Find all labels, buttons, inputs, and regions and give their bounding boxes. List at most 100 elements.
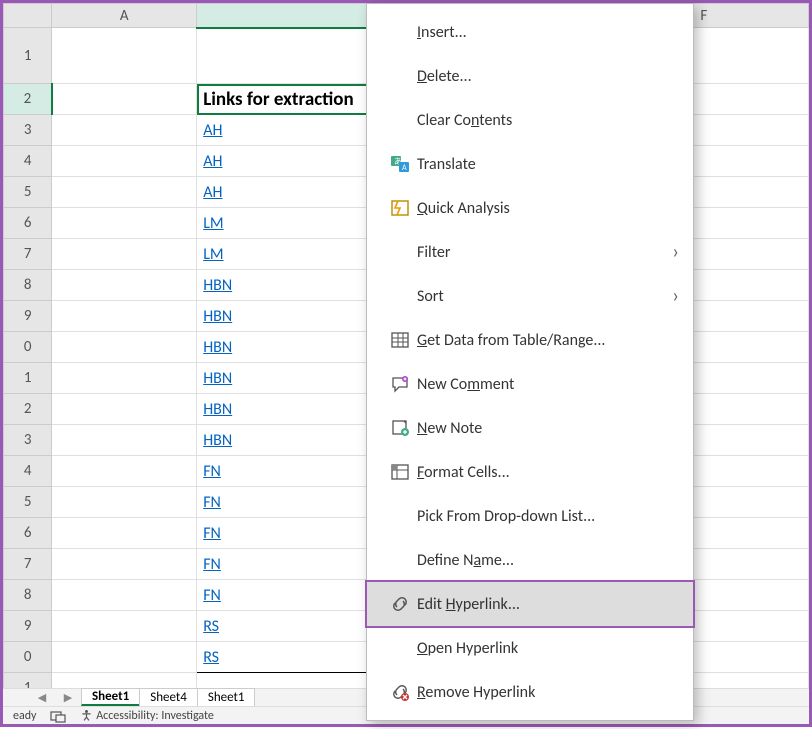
menu-item-openhyper[interactable]: Open Hyperlink bbox=[367, 626, 693, 670]
cell[interactable] bbox=[52, 208, 197, 239]
sheet-tab[interactable]: Sheet1 bbox=[81, 688, 140, 706]
cell[interactable] bbox=[52, 28, 197, 84]
menu-item-newcomment[interactable]: New Comment bbox=[367, 362, 693, 406]
row-header[interactable]: 6 bbox=[4, 518, 52, 549]
row-header[interactable]: 4 bbox=[4, 146, 52, 177]
submenu-arrow-icon: › bbox=[672, 284, 679, 308]
hyperlink-cell[interactable]: HBN bbox=[203, 307, 232, 326]
accessibility-icon bbox=[80, 709, 93, 723]
cell[interactable] bbox=[52, 301, 197, 332]
cell[interactable] bbox=[52, 270, 197, 301]
cell[interactable] bbox=[52, 642, 197, 673]
menu-item-pick[interactable]: Pick From Drop-down List... bbox=[367, 494, 693, 538]
row-header[interactable]: 2 bbox=[4, 84, 52, 115]
cell[interactable] bbox=[52, 580, 197, 611]
note-icon bbox=[383, 418, 417, 438]
row-header[interactable]: 3 bbox=[4, 115, 52, 146]
menu-item-label: Insert... bbox=[417, 23, 679, 42]
menu-item-filter[interactable]: Filter› bbox=[367, 230, 693, 274]
hyperlink-cell[interactable]: HBN bbox=[203, 369, 232, 388]
hyperlink-cell[interactable]: HBN bbox=[203, 400, 232, 419]
hyperlink-cell[interactable]: HBN bbox=[203, 338, 232, 357]
menu-item-delete[interactable]: Delete... bbox=[367, 54, 693, 98]
col-header-A[interactable]: A bbox=[52, 4, 197, 28]
row-header[interactable]: 5 bbox=[4, 177, 52, 208]
hyperlink-cell[interactable]: RS bbox=[203, 617, 219, 636]
menu-item-label: Open Hyperlink bbox=[417, 639, 679, 658]
menu-item-label: Edit Hyperlink... bbox=[417, 595, 679, 614]
format-icon bbox=[383, 462, 417, 482]
menu-item-label: Remove Hyperlink bbox=[417, 683, 679, 702]
row-header[interactable]: 8 bbox=[4, 270, 52, 301]
row-header[interactable]: 1 bbox=[4, 28, 52, 84]
cell[interactable] bbox=[52, 177, 197, 208]
hyperlink-cell[interactable]: RS bbox=[203, 648, 219, 667]
menu-item-edithyper[interactable]: Edit Hyperlink... bbox=[367, 582, 693, 626]
cell[interactable] bbox=[52, 611, 197, 642]
cell[interactable] bbox=[52, 84, 197, 115]
hyperlink-cell[interactable]: FN bbox=[203, 586, 221, 605]
menu-item-define[interactable]: Define Name... bbox=[367, 538, 693, 582]
submenu-arrow-icon: › bbox=[672, 240, 679, 264]
menu-item-label: Sort bbox=[417, 287, 672, 306]
cell[interactable] bbox=[52, 425, 197, 456]
hyperlink-cell[interactable]: LM bbox=[203, 245, 223, 264]
menu-item-label: New Comment bbox=[417, 375, 679, 394]
row-header[interactable]: 1 bbox=[4, 363, 52, 394]
cell[interactable] bbox=[52, 456, 197, 487]
row-header[interactable]: 7 bbox=[4, 239, 52, 270]
hyperlink-cell[interactable]: FN bbox=[203, 462, 221, 481]
hyperlink-cell[interactable]: FN bbox=[203, 493, 221, 512]
cell[interactable] bbox=[52, 332, 197, 363]
row-header[interactable]: 7 bbox=[4, 549, 52, 580]
tab-nav-prev[interactable]: ◀ bbox=[29, 688, 55, 706]
hyperlink-cell[interactable]: AH bbox=[203, 152, 222, 171]
accessibility-status[interactable]: Accessibility: Investigate bbox=[80, 709, 213, 723]
hyperlink-cell[interactable]: LM bbox=[203, 214, 223, 233]
row-header[interactable]: 0 bbox=[4, 332, 52, 363]
row-header[interactable]: 3 bbox=[4, 425, 52, 456]
comment-icon bbox=[383, 374, 417, 394]
row-header[interactable]: 6 bbox=[4, 208, 52, 239]
cell[interactable] bbox=[52, 146, 197, 177]
cell[interactable] bbox=[52, 115, 197, 146]
row-header[interactable]: 2 bbox=[4, 394, 52, 425]
hyperlink-cell[interactable]: HBN bbox=[203, 276, 232, 295]
hyperlink-cell[interactable]: AH bbox=[203, 183, 222, 202]
row-header[interactable]: 8 bbox=[4, 580, 52, 611]
cell[interactable] bbox=[52, 549, 197, 580]
hyperlink-cell[interactable]: HBN bbox=[203, 431, 232, 450]
row-header[interactable]: 9 bbox=[4, 301, 52, 332]
menu-item-label: New Note bbox=[417, 419, 679, 438]
tab-nav-next[interactable]: ▶ bbox=[55, 688, 81, 706]
row-header[interactable]: 5 bbox=[4, 487, 52, 518]
menu-item-insert[interactable]: Insert... bbox=[367, 10, 693, 54]
menu-item-removehyper[interactable]: Remove Hyperlink bbox=[367, 670, 693, 714]
menu-item-clear[interactable]: Clear Contents bbox=[367, 98, 693, 142]
menu-item-sort[interactable]: Sort› bbox=[367, 274, 693, 318]
cell[interactable] bbox=[52, 363, 197, 394]
hyperlink-cell[interactable]: FN bbox=[203, 524, 221, 543]
sheet-tab[interactable]: Sheet4 bbox=[139, 688, 198, 706]
menu-item-translate[interactable]: あATranslate bbox=[367, 142, 693, 186]
row-header[interactable]: 1 bbox=[4, 673, 52, 689]
cell[interactable] bbox=[52, 673, 197, 689]
display-settings-icon[interactable] bbox=[50, 709, 66, 723]
row-header[interactable]: 9 bbox=[4, 611, 52, 642]
cell[interactable] bbox=[52, 239, 197, 270]
menu-item-getdata[interactable]: Get Data from Table/Range... bbox=[367, 318, 693, 362]
menu-item-quick[interactable]: Quick Analysis bbox=[367, 186, 693, 230]
menu-item-label: Pick From Drop-down List... bbox=[417, 507, 679, 526]
menu-item-label: Clear Contents bbox=[417, 111, 679, 130]
cell[interactable] bbox=[52, 518, 197, 549]
row-header[interactable]: 4 bbox=[4, 456, 52, 487]
cell[interactable] bbox=[52, 394, 197, 425]
row-header[interactable]: 0 bbox=[4, 642, 52, 673]
hyperlink-cell[interactable]: AH bbox=[203, 121, 222, 140]
hyperlink-cell[interactable]: FN bbox=[203, 555, 221, 574]
select-all-corner[interactable] bbox=[4, 4, 52, 28]
menu-item-format[interactable]: Format Cells... bbox=[367, 450, 693, 494]
sheet-tab[interactable]: Sheet1 bbox=[197, 688, 256, 706]
menu-item-newnote[interactable]: New Note bbox=[367, 406, 693, 450]
cell[interactable] bbox=[52, 487, 197, 518]
